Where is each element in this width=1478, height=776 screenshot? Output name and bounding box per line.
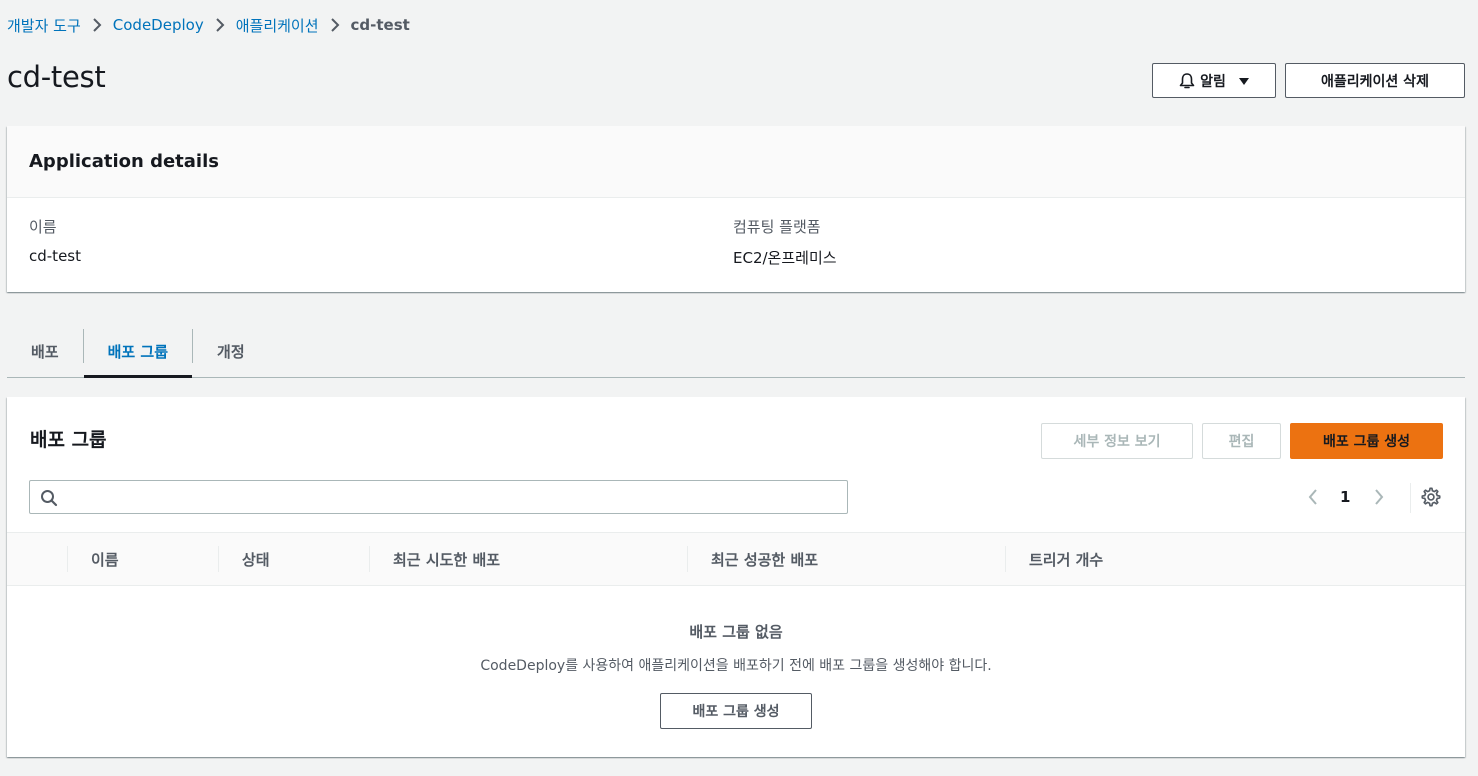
breadcrumb-developer-tools[interactable]: 개발자 도구 — [7, 15, 81, 36]
application-details-header: Application details — [7, 126, 1465, 198]
edit-button[interactable]: 편집 — [1202, 423, 1281, 459]
column-divider — [1005, 546, 1006, 572]
tab-deployment-groups[interactable]: 배포 그룹 — [83, 326, 193, 378]
column-divider — [369, 546, 370, 572]
column-last-successful[interactable]: 최근 성공한 배포 — [711, 533, 818, 585]
search-icon — [41, 490, 58, 507]
page-number[interactable]: 1 — [1340, 482, 1350, 512]
column-trigger-count[interactable]: 트리거 개수 — [1029, 533, 1103, 585]
application-details-title: Application details — [29, 151, 219, 172]
column-last-attempted[interactable]: 최근 시도한 배포 — [393, 533, 500, 585]
column-divider — [687, 546, 688, 572]
platform-value: EC2/온프레미스 — [733, 249, 837, 267]
tab-revisions[interactable]: 개정 — [193, 326, 269, 377]
breadcrumb-current: cd-test — [350, 16, 410, 34]
notify-label: 알림 — [1200, 73, 1226, 90]
table-header: 이름 상태 최근 시도한 배포 최근 성공한 배포 트리거 개수 — [7, 532, 1465, 586]
chevron-right-icon — [330, 18, 340, 32]
column-name[interactable]: 이름 — [91, 533, 119, 585]
breadcrumb-codedeploy[interactable]: CodeDeploy — [113, 16, 204, 34]
tab-deployments[interactable]: 배포 — [7, 326, 83, 377]
page-title: cd-test — [7, 60, 106, 94]
empty-create-deployment-group-button[interactable]: 배포 그룹 생성 — [660, 693, 812, 729]
chevron-right-icon — [92, 18, 102, 32]
notify-button[interactable]: 알림 — [1152, 63, 1276, 98]
empty-state-description: CodeDeploy를 사용하여 애플리케이션을 배포하기 전에 배포 그룹을 … — [480, 658, 992, 674]
breadcrumb: 개발자 도구 CodeDeploy 애플리케이션 cd-test — [7, 14, 410, 36]
deployment-groups-title: 배포 그룹 — [30, 429, 107, 451]
pagination-divider — [1410, 483, 1411, 513]
search-input[interactable] — [66, 485, 836, 509]
next-page-icon[interactable] — [1369, 482, 1389, 512]
chevron-right-icon — [215, 18, 225, 32]
create-deployment-group-button[interactable]: 배포 그룹 생성 — [1290, 423, 1443, 459]
gear-icon[interactable] — [1420, 486, 1442, 508]
caret-down-icon — [1238, 77, 1249, 85]
application-details-panel: Application details 이름 cd-test 컴퓨팅 플랫폼 E… — [7, 126, 1465, 292]
empty-state-title: 배포 그룹 없음 — [689, 623, 783, 641]
previous-page-icon[interactable] — [1303, 482, 1323, 512]
column-status[interactable]: 상태 — [242, 533, 270, 585]
platform-label: 컴퓨팅 플랫폼 — [733, 218, 821, 236]
column-divider — [218, 546, 219, 572]
name-label: 이름 — [29, 218, 57, 236]
bell-icon — [1179, 72, 1195, 88]
delete-application-button[interactable]: 애플리케이션 삭제 — [1285, 63, 1465, 98]
breadcrumb-applications[interactable]: 애플리케이션 — [236, 15, 319, 36]
name-value: cd-test — [29, 247, 81, 265]
deployment-groups-panel: 배포 그룹 세부 정보 보기 편집 배포 그룹 생성 1 이름 상태 최근 시도… — [7, 397, 1465, 757]
search-field — [29, 480, 848, 514]
view-details-button[interactable]: 세부 정보 보기 — [1041, 423, 1193, 459]
column-divider — [67, 546, 68, 572]
tab-bar: 배포 배포 그룹 개정 — [7, 326, 1465, 378]
